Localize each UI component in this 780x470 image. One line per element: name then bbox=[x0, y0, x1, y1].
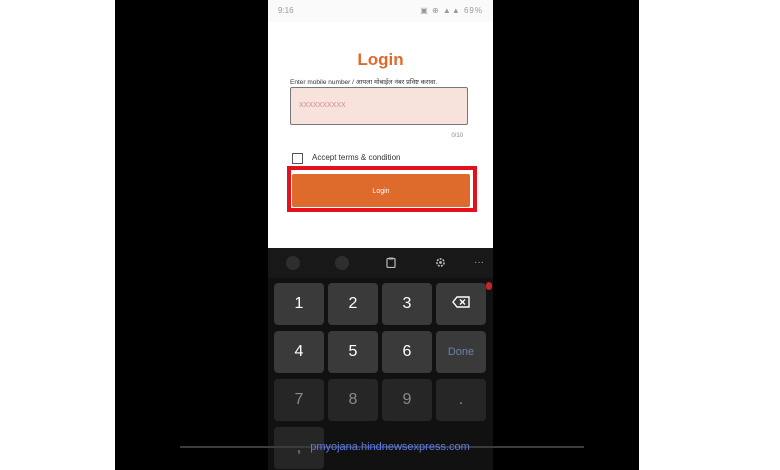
key-8[interactable]: 8 bbox=[328, 379, 378, 421]
terms-label[interactable]: Accept terms & condition bbox=[312, 153, 400, 162]
status-icons: ▣ ⊕ ▲▲ 69% bbox=[420, 6, 483, 15]
key-1[interactable]: 1 bbox=[274, 283, 324, 325]
mobile-label: Enter mobile number / आपला मोबाईल नंबर प… bbox=[290, 79, 438, 86]
login-button-highlight-box bbox=[287, 166, 477, 212]
sticker-icon[interactable] bbox=[335, 256, 349, 270]
more-icon[interactable]: ··· bbox=[473, 257, 485, 269]
key-2[interactable]: 2 bbox=[328, 283, 378, 325]
key-4[interactable]: 4 bbox=[274, 331, 324, 373]
char-counter: 0/10 bbox=[451, 133, 463, 139]
page-title: Login bbox=[357, 50, 404, 69]
done-key[interactable]: Done bbox=[436, 331, 486, 373]
period-key[interactable]: . bbox=[436, 379, 486, 421]
emoji-icon[interactable] bbox=[286, 256, 300, 270]
mobile-placeholder: XXXXXXXXXX bbox=[299, 102, 346, 109]
key-5[interactable]: 5 bbox=[328, 331, 378, 373]
backspace-key[interactable] bbox=[436, 283, 486, 325]
status-time: 9:16 bbox=[278, 6, 294, 15]
phone-screen: 9:16 ▣ ⊕ ▲▲ 69% Login Enter mobile numbe… bbox=[268, 0, 493, 470]
key-7[interactable]: 7 bbox=[274, 379, 324, 421]
settings-icon[interactable] bbox=[434, 257, 446, 269]
key-3[interactable]: 3 bbox=[382, 283, 432, 325]
clipboard-icon[interactable] bbox=[385, 257, 397, 269]
key-9[interactable]: 9 bbox=[382, 379, 432, 421]
terms-checkbox[interactable] bbox=[292, 153, 303, 164]
keyboard-toolbar: ··· bbox=[268, 248, 493, 278]
key-6[interactable]: 6 bbox=[382, 331, 432, 373]
watermark-text: pmyojana.hindnewsexpress.com bbox=[310, 441, 470, 453]
status-bar: 9:16 ▣ ⊕ ▲▲ 69% bbox=[268, 0, 493, 22]
mobile-number-input[interactable]: XXXXXXXXXX bbox=[290, 87, 468, 125]
login-screen: Login Enter mobile number / आपला मोबाईल … bbox=[268, 22, 493, 248]
red-indicator bbox=[486, 282, 492, 290]
